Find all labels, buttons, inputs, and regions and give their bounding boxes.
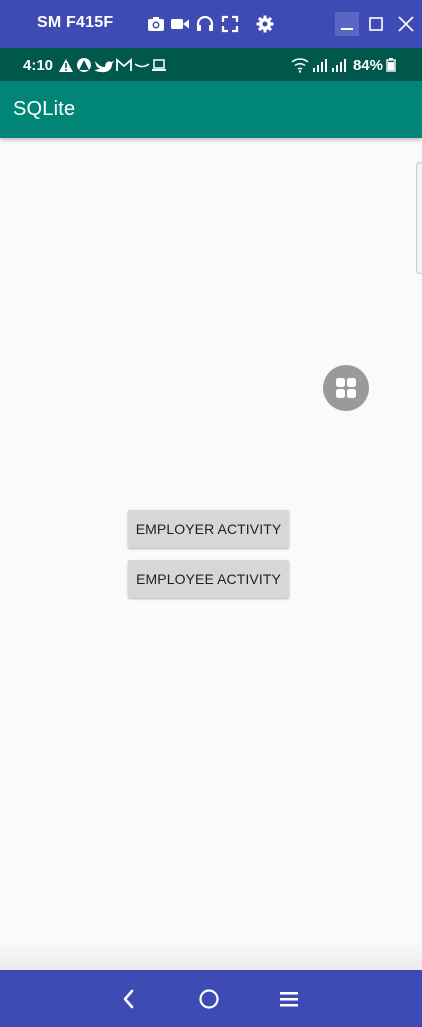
home-icon [199, 989, 219, 1009]
bottom-shadow [0, 940, 422, 970]
notification-icons [59, 58, 166, 73]
grid-icon [336, 378, 356, 398]
link-icon [134, 63, 150, 68]
headphones-icon[interactable] [195, 14, 215, 34]
settings-icon[interactable] [255, 14, 275, 34]
recents-button[interactable] [277, 987, 301, 1011]
close-icon [398, 16, 414, 32]
navigation-bar [0, 970, 422, 1027]
alert-icon [59, 59, 73, 72]
maximize-button[interactable] [364, 12, 388, 36]
main-content: EMPLOYER ACTIVITY EMPLOYEE ACTIVITY [0, 138, 422, 970]
maximize-icon [369, 17, 383, 31]
minimize-icon [341, 28, 353, 30]
back-button[interactable] [117, 987, 141, 1011]
window-title-bar: SM F415F [0, 0, 422, 48]
fullscreen-icon[interactable] [220, 14, 240, 34]
battery-icon [386, 58, 396, 72]
back-icon [123, 989, 134, 1009]
employee-activity-button[interactable]: EMPLOYEE ACTIVITY [128, 560, 289, 598]
signal-icon [331, 59, 346, 72]
signal-icon [312, 59, 327, 72]
status-time: 4:10 [23, 57, 54, 74]
edge-panel-handle[interactable] [416, 162, 422, 274]
recents-icon [280, 992, 298, 1007]
minimize-button[interactable] [335, 12, 359, 36]
battery-percentage: 84% [352, 56, 383, 74]
app-bar: SQLite [0, 81, 422, 138]
app-title: SQLite [13, 98, 76, 120]
camera-icon[interactable] [146, 14, 166, 34]
status-right-group: 84% [291, 56, 396, 74]
laptop-icon [152, 59, 166, 71]
status-bar: 4:10 84% [0, 48, 422, 81]
close-button[interactable] [394, 12, 418, 36]
autopilot-icon [77, 58, 91, 72]
floating-launcher-button[interactable] [323, 365, 369, 411]
twitter-icon [94, 61, 114, 73]
employer-activity-button[interactable]: EMPLOYER ACTIVITY [128, 510, 289, 548]
device-name: SM F415F [37, 14, 114, 31]
video-icon[interactable] [170, 14, 190, 34]
gmail-icon [116, 58, 132, 71]
home-button[interactable] [197, 987, 221, 1011]
wifi-icon [291, 58, 309, 73]
